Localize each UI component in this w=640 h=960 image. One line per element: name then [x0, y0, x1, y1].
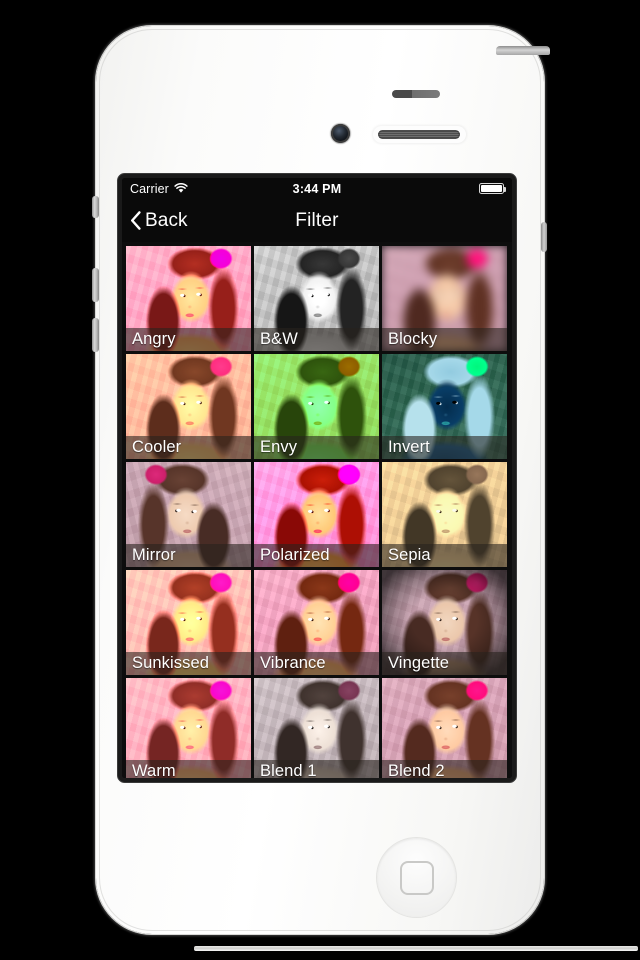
- battery-icon: [479, 183, 506, 194]
- filter-tile-label: Sunkissed: [126, 652, 251, 675]
- navigation-bar: Back Filter: [122, 199, 512, 242]
- filter-tile-label: Polarized: [254, 544, 379, 567]
- home-button[interactable]: [377, 838, 456, 917]
- filter-tile[interactable]: Blend 1: [254, 678, 379, 778]
- filter-tile-label: Mirror: [126, 544, 251, 567]
- sim-tray: [541, 222, 547, 252]
- filter-tile-label: Warm: [126, 760, 251, 778]
- front-camera-icon: [331, 124, 350, 143]
- filter-tile[interactable]: Warm: [126, 678, 251, 778]
- home-button-square-icon: [399, 860, 434, 895]
- filter-tile-label: Cooler: [126, 436, 251, 459]
- power-button[interactable]: [496, 46, 550, 55]
- phone-screen: Carrier 3:44 PM Back Filter Angry B&W Bl…: [122, 178, 512, 778]
- back-button-label: Back: [145, 209, 188, 231]
- filter-tile[interactable]: Cooler: [126, 354, 251, 459]
- filter-tile[interactable]: Envy: [254, 354, 379, 459]
- filter-tile[interactable]: Invert: [382, 354, 507, 459]
- status-bar: Carrier 3:44 PM: [122, 178, 512, 199]
- filter-tile-label: Vibrance: [254, 652, 379, 675]
- wifi-icon: [174, 183, 188, 194]
- carrier-label: Carrier: [130, 181, 169, 196]
- volume-up-button[interactable]: [92, 268, 99, 302]
- filter-tile-label: Sepia: [382, 544, 507, 567]
- status-bar-left: Carrier: [130, 182, 188, 196]
- bottom-edge-trim: [194, 946, 638, 951]
- filter-tile[interactable]: Blocky: [382, 246, 507, 351]
- filter-grid[interactable]: Angry B&W Blocky Cooler Envy Invert Mirror Pola…: [122, 242, 512, 778]
- filter-tile[interactable]: Polarized: [254, 462, 379, 567]
- filter-tile[interactable]: Vingette: [382, 570, 507, 675]
- proximity-sensor: [392, 90, 440, 98]
- mute-switch[interactable]: [92, 196, 99, 218]
- volume-down-button[interactable]: [92, 318, 99, 352]
- battery-nub: [504, 187, 506, 192]
- filter-tile-label: Vingette: [382, 652, 507, 675]
- filter-tile[interactable]: Sepia: [382, 462, 507, 567]
- filter-tile-label: Angry: [126, 328, 251, 351]
- back-button[interactable]: Back: [130, 210, 188, 232]
- filter-tile[interactable]: Angry: [126, 246, 251, 351]
- filter-tile[interactable]: Sunkissed: [126, 570, 251, 675]
- battery-fill: [481, 185, 502, 192]
- filter-tile-label: Blend 2: [382, 760, 507, 778]
- filter-tile[interactable]: Mirror: [126, 462, 251, 567]
- earpiece-speaker: [378, 130, 460, 139]
- chevron-left-icon: [130, 211, 141, 230]
- filter-tile[interactable]: B&W: [254, 246, 379, 351]
- status-bar-right: [479, 183, 506, 194]
- filter-tile-label: B&W: [254, 328, 379, 351]
- filter-tile-label: Invert: [382, 436, 507, 459]
- filter-tile-label: Envy: [254, 436, 379, 459]
- filter-tile-label: Blocky: [382, 328, 507, 351]
- filter-tile-label: Blend 1: [254, 760, 379, 778]
- filter-tile[interactable]: Vibrance: [254, 570, 379, 675]
- filter-tile[interactable]: Blend 2: [382, 678, 507, 778]
